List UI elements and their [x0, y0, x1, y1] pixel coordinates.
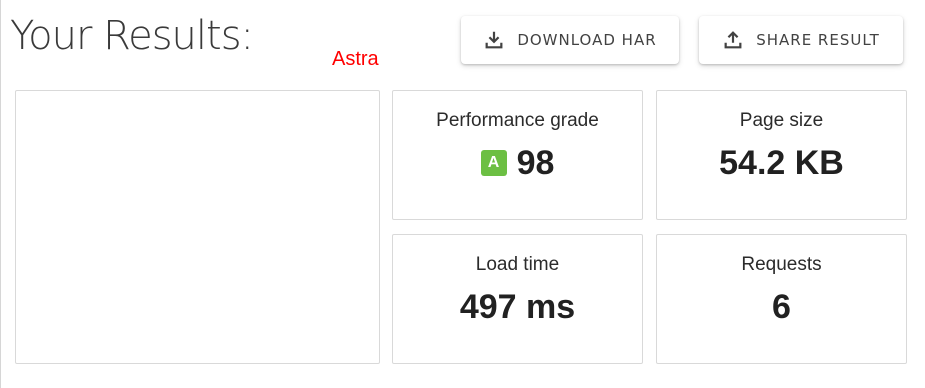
load-time-value: 497 ms: [459, 288, 576, 326]
site-label: Astra: [332, 48, 379, 70]
download-icon: [483, 29, 505, 51]
share-result-button[interactable]: SHARE RESULT: [699, 16, 903, 64]
page-size-value: 54.2 KB: [719, 144, 844, 182]
load-time-label: Load time: [475, 254, 560, 275]
requests-value: 6: [772, 288, 791, 326]
page-title: Your Results:: [10, 13, 254, 59]
share-result-label: SHARE RESULT: [756, 31, 880, 49]
page-size-card: Page size 54.2 KB: [656, 90, 907, 220]
page-screenshot-panel: [15, 90, 380, 364]
download-har-button[interactable]: DOWNLOAD HAR: [461, 16, 679, 64]
page-size-label: Page size: [739, 110, 824, 131]
download-har-label: DOWNLOAD HAR: [517, 31, 657, 49]
upload-share-icon: [722, 29, 744, 51]
left-border: [0, 0, 1, 388]
performance-grade-label: Performance grade: [436, 110, 599, 131]
requests-card: Requests 6: [656, 234, 907, 364]
load-time-card: Load time 497 ms: [392, 234, 643, 364]
performance-grade-value-row: A 98: [393, 143, 642, 183]
performance-score: 98: [516, 144, 555, 182]
requests-label: Requests: [741, 254, 822, 275]
performance-grade-card: Performance grade A 98: [392, 90, 643, 220]
grade-badge: A: [480, 150, 507, 176]
